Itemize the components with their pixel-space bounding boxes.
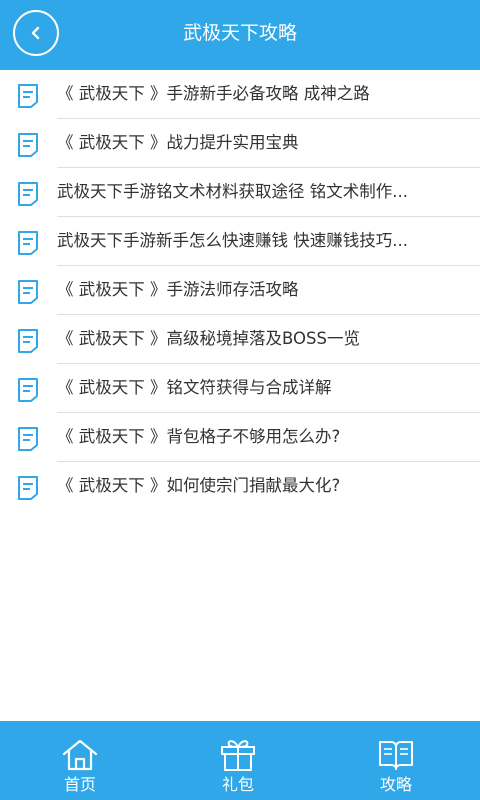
list-item-label: 武极天下手游新手怎么快速赚钱 快速赚钱技巧... xyxy=(57,231,408,250)
list-item[interactable]: 《 武极天下 》战力提升实用宝典 xyxy=(0,119,480,168)
list-item[interactable]: 《 武极天下 》手游法师存活攻略 xyxy=(0,266,480,315)
document-icon xyxy=(18,84,38,108)
list-item-label: 《 武极天下 》铭文符获得与合成详解 xyxy=(57,378,332,397)
list-item[interactable]: 《 武极天下 》高级秘境掉落及BOSS一览 xyxy=(0,315,480,364)
document-icon xyxy=(18,329,38,353)
document-icon xyxy=(18,182,38,206)
list-item-label: 武极天下手游铭文术材料获取途径 铭文术制作... xyxy=(57,182,408,201)
list-item[interactable]: 武极天下手游新手怎么快速赚钱 快速赚钱技巧... xyxy=(0,217,480,266)
list-item-label: 《 武极天下 》如何使宗门捐献最大化? xyxy=(57,476,341,495)
tab-guide[interactable]: 攻略 xyxy=(346,721,446,800)
tab-gift[interactable]: 礼包 xyxy=(188,721,288,800)
list-item[interactable]: 《 武极天下 》手游新手必备攻略 成神之路 xyxy=(0,70,480,119)
document-icon xyxy=(18,476,38,500)
list-item[interactable]: 《 武极天下 》铭文符获得与合成详解 xyxy=(0,364,480,413)
bottom-tab-bar: 首页 礼包 攻略 xyxy=(0,721,480,800)
house-icon xyxy=(62,739,98,771)
document-icon xyxy=(18,231,38,255)
list-item-label: 《 武极天下 》背包格子不够用怎么办? xyxy=(57,427,341,446)
document-icon xyxy=(18,427,38,451)
document-icon xyxy=(18,280,38,304)
gift-icon xyxy=(221,740,255,771)
document-icon xyxy=(18,378,38,402)
tab-gift-label: 礼包 xyxy=(221,775,254,794)
book-icon xyxy=(379,741,413,770)
document-icon xyxy=(18,133,38,157)
list-item-label: 《 武极天下 》手游法师存活攻略 xyxy=(57,280,299,299)
guide-list: 《 武极天下 》手游新手必备攻略 成神之路 《 武极天下 》战力提升实用宝典 武… xyxy=(0,70,480,511)
list-item-label: 《 武极天下 》战力提升实用宝典 xyxy=(57,133,299,152)
list-item[interactable]: 武极天下手游铭文术材料获取途径 铭文术制作... xyxy=(0,168,480,217)
app-header: 武极天下攻略 xyxy=(0,0,480,70)
list-item[interactable]: 《 武极天下 》如何使宗门捐献最大化? xyxy=(0,462,480,511)
list-item-label: 《 武极天下 》高级秘境掉落及BOSS一览 xyxy=(57,329,360,348)
tab-home-label: 首页 xyxy=(63,775,96,794)
tab-home[interactable]: 首页 xyxy=(30,721,130,800)
list-item-label: 《 武极天下 》手游新手必备攻略 成神之路 xyxy=(57,84,370,103)
page-title: 武极天下攻略 xyxy=(182,22,297,44)
tab-guide-label: 攻略 xyxy=(379,775,412,794)
list-item[interactable]: 《 武极天下 》背包格子不够用怎么办? xyxy=(0,413,480,462)
